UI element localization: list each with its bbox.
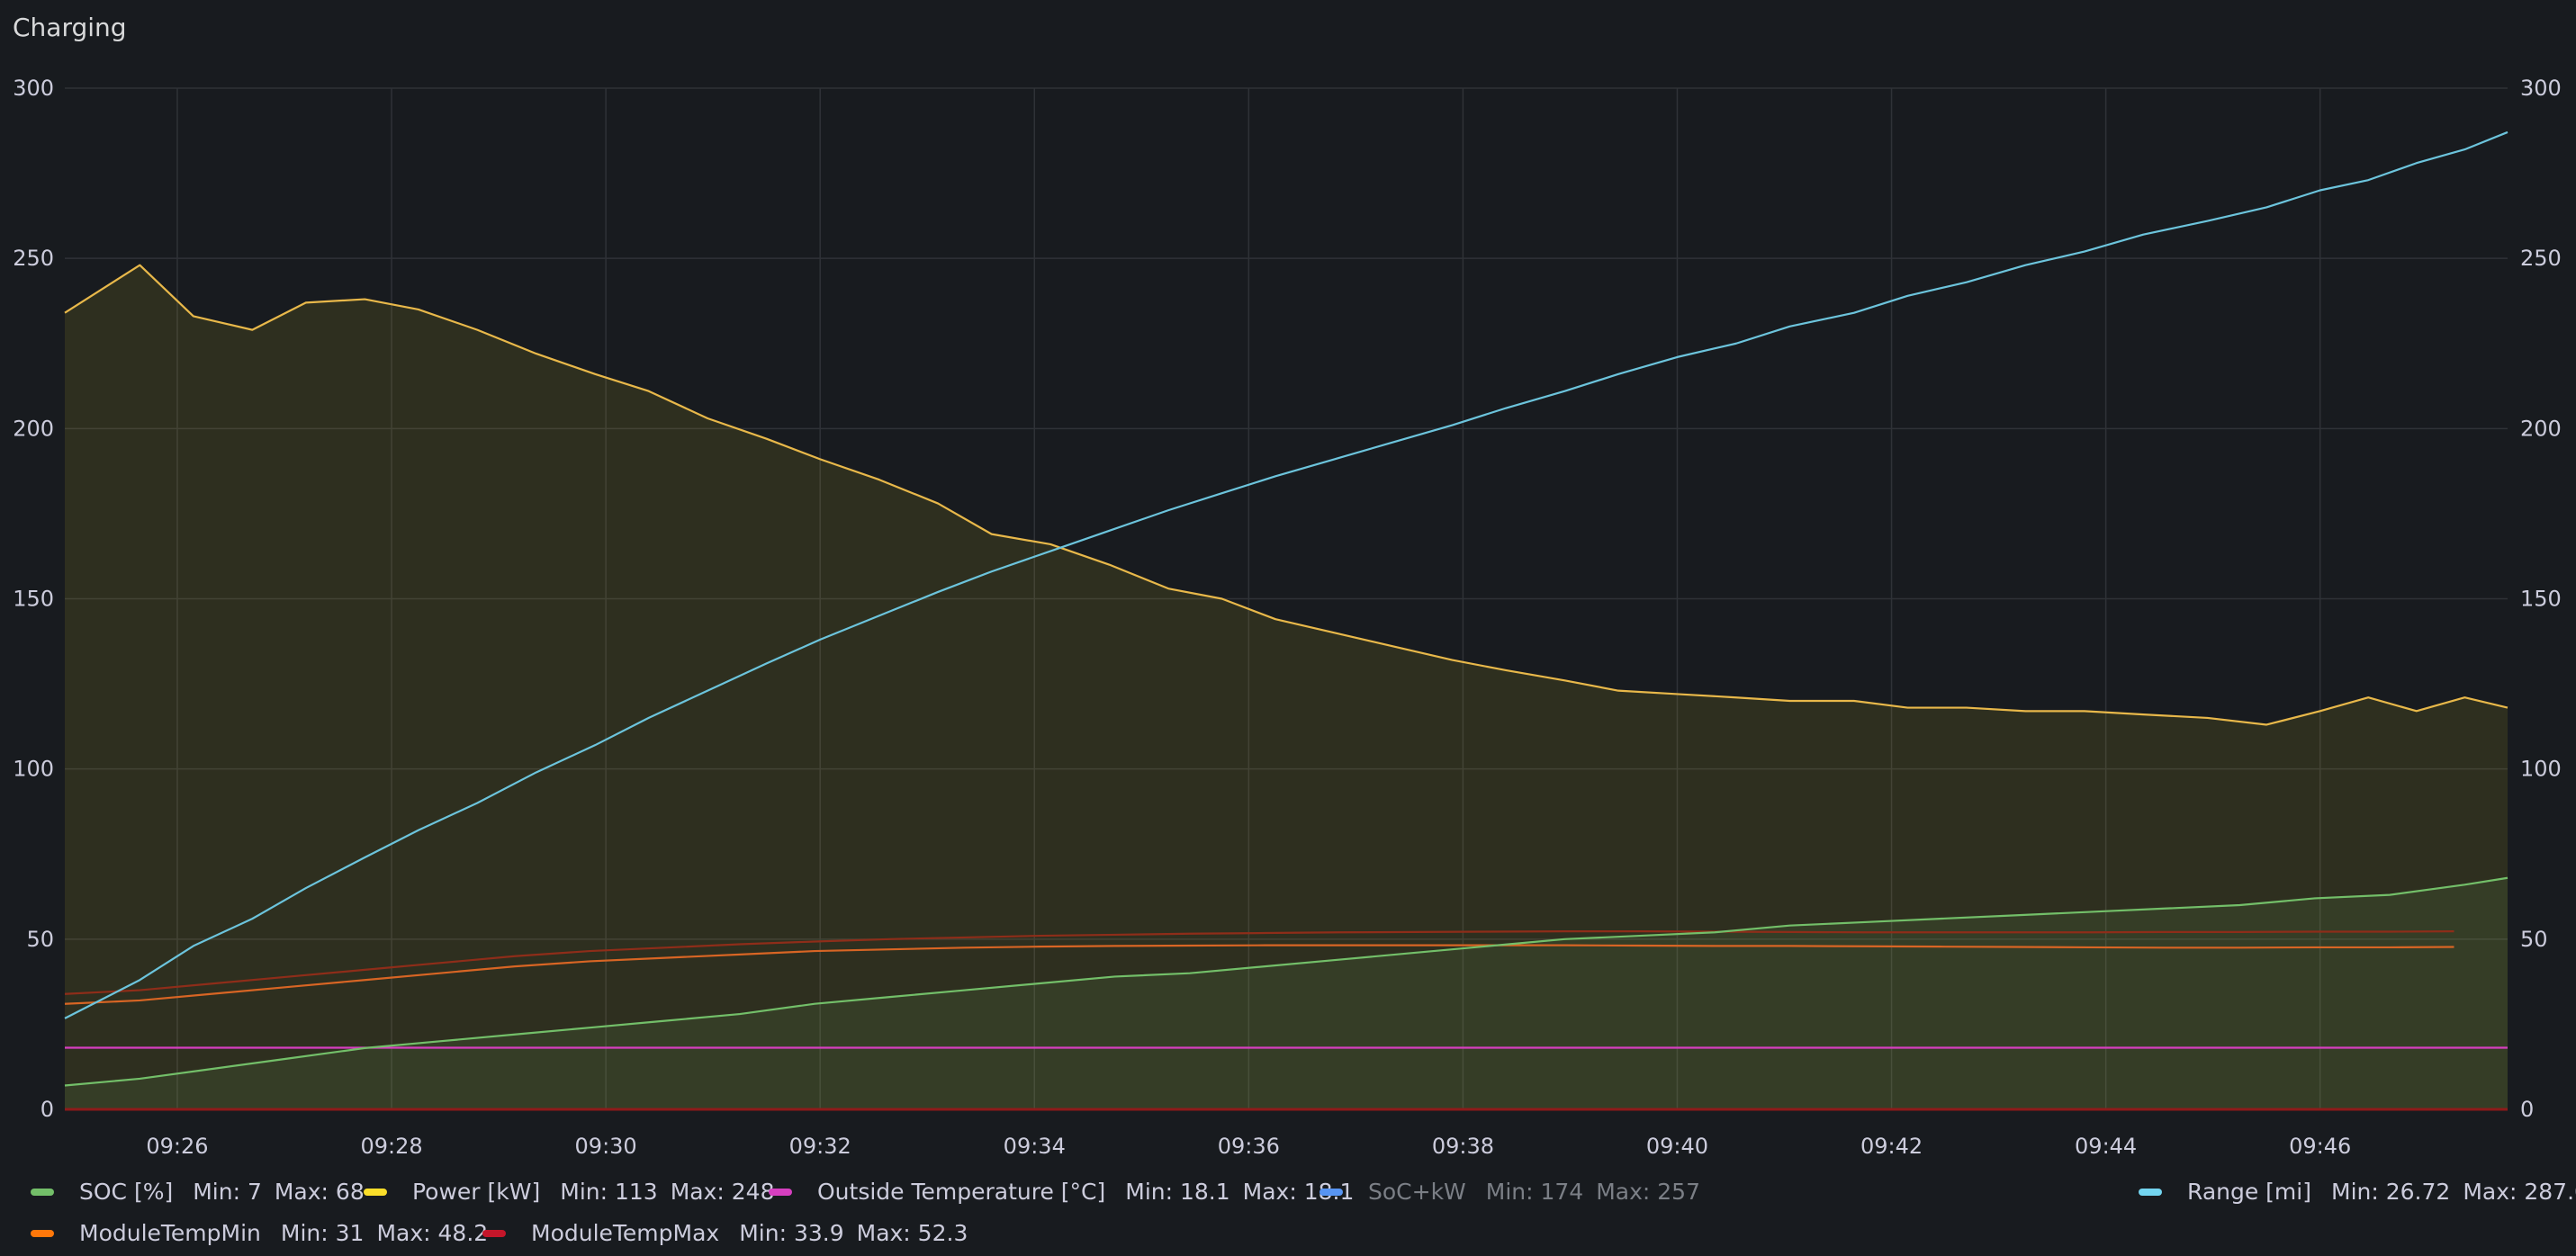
- y-tick-label-left: 0: [41, 1097, 54, 1122]
- legend-series-name: SoC+kW: [1368, 1179, 1466, 1205]
- chart-legend: SOC [%] Min: 7 Max: 68 Power [kW] Min: 113 Ma…: [0, 1170, 2576, 1256]
- x-tick-label: 09:40: [1646, 1134, 1708, 1159]
- legend-item-moduletempmin[interactable]: ModuleTempMin Min: 31 Max: 48.2: [31, 1220, 500, 1246]
- y-tick-label-left: 50: [26, 927, 54, 952]
- legend-series-name: SOC [%]: [79, 1179, 174, 1205]
- y-tick-label-right: 150: [2520, 587, 2562, 612]
- x-tick-label: 09:28: [360, 1134, 422, 1159]
- x-tick-label: 09:34: [1004, 1134, 1066, 1159]
- y-tick-label-right: 0: [2520, 1097, 2534, 1122]
- legend-swatch: [482, 1229, 506, 1237]
- y-tick-label-right: 100: [2520, 757, 2562, 782]
- y-tick-label-left: 100: [13, 757, 54, 782]
- legend-max: Max: 68: [274, 1179, 365, 1205]
- legend-swatch: [364, 1188, 387, 1196]
- legend-swatch: [31, 1229, 54, 1237]
- y-tick-label-left: 250: [13, 246, 54, 271]
- legend-min: Min: 31: [280, 1220, 365, 1246]
- legend-swatch: [2139, 1188, 2162, 1196]
- legend-max: Max: 257: [1596, 1179, 1700, 1205]
- charging-panel: Charging 0 50 100 150 200 250 300 0 50 100 150 200 2…: [0, 0, 2576, 1256]
- legend-max: Max: 248: [670, 1179, 775, 1205]
- legend-max: Max: 287.07: [2463, 1179, 2576, 1205]
- legend-item-outside-temperature-c[interactable]: Outside Temperature [°C] Min: 18.1 Max: 18…: [769, 1179, 1366, 1205]
- legend-min: Min: 113: [560, 1179, 658, 1205]
- legend-item-range-mi[interactable]: Range [mi] Min: 26.72 Max: 287.07: [2139, 1179, 2576, 1205]
- y-tick-label-right: 250: [2520, 246, 2562, 271]
- legend-min: Min: 174: [1485, 1179, 1584, 1205]
- legend-max: Max: 48.2: [376, 1220, 489, 1246]
- y-tick-label-left: 300: [13, 76, 54, 101]
- legend-item-power-kw[interactable]: Power [kW] Min: 113 Max: 248: [364, 1179, 787, 1205]
- fill-layer: [65, 265, 2508, 1109]
- x-tick-label: 09:38: [1432, 1134, 1494, 1159]
- x-tick-label: 09:32: [789, 1134, 851, 1159]
- y-tick-label-right: 50: [2520, 927, 2548, 952]
- legend-swatch: [31, 1188, 54, 1196]
- x-tick-label: 09:42: [1860, 1134, 1923, 1159]
- x-tick-label: 09:46: [2289, 1134, 2351, 1159]
- legend-item-soc[interactable]: SOC [%] Min: 7 Max: 68: [31, 1179, 377, 1205]
- legend-item-moduletempmax[interactable]: ModuleTempMax Min: 33.9 Max: 52.3: [482, 1220, 980, 1246]
- legend-swatch: [769, 1188, 792, 1196]
- y-tick-label-left: 150: [13, 587, 54, 612]
- legend-series-name: Power [kW]: [412, 1179, 541, 1205]
- x-tick-label: 09:26: [146, 1134, 208, 1159]
- x-tick-label: 09:30: [575, 1134, 637, 1159]
- legend-series-name: ModuleTempMin: [79, 1220, 261, 1246]
- legend-min: Min: 18.1: [1125, 1179, 1230, 1205]
- x-tick-label: 09:44: [2075, 1134, 2137, 1159]
- charging-chart[interactable]: 0 50 100 150 200 250 300 0 50 100 150 200 250 300 09:2…: [0, 0, 2576, 1161]
- y-tick-label-right: 300: [2520, 76, 2562, 101]
- y-tick-label-left: 200: [13, 416, 54, 441]
- legend-min: Min: 7: [193, 1179, 262, 1205]
- y-tick-label-right: 200: [2520, 416, 2562, 441]
- legend-max: Max: 52.3: [856, 1220, 968, 1246]
- legend-series-name: Outside Temperature [°C]: [817, 1179, 1106, 1205]
- legend-swatch: [1320, 1188, 1343, 1196]
- x-tick-label: 09:36: [1218, 1134, 1280, 1159]
- legend-series-name: ModuleTempMax: [531, 1220, 720, 1246]
- legend-item-soc-kw[interactable]: SoC+kW Min: 174 Max: 257: [1320, 1179, 1713, 1205]
- legend-min: Min: 33.9: [739, 1220, 844, 1246]
- legend-series-name: Range [mi]: [2187, 1179, 2311, 1205]
- legend-min: Min: 26.72: [2331, 1179, 2451, 1205]
